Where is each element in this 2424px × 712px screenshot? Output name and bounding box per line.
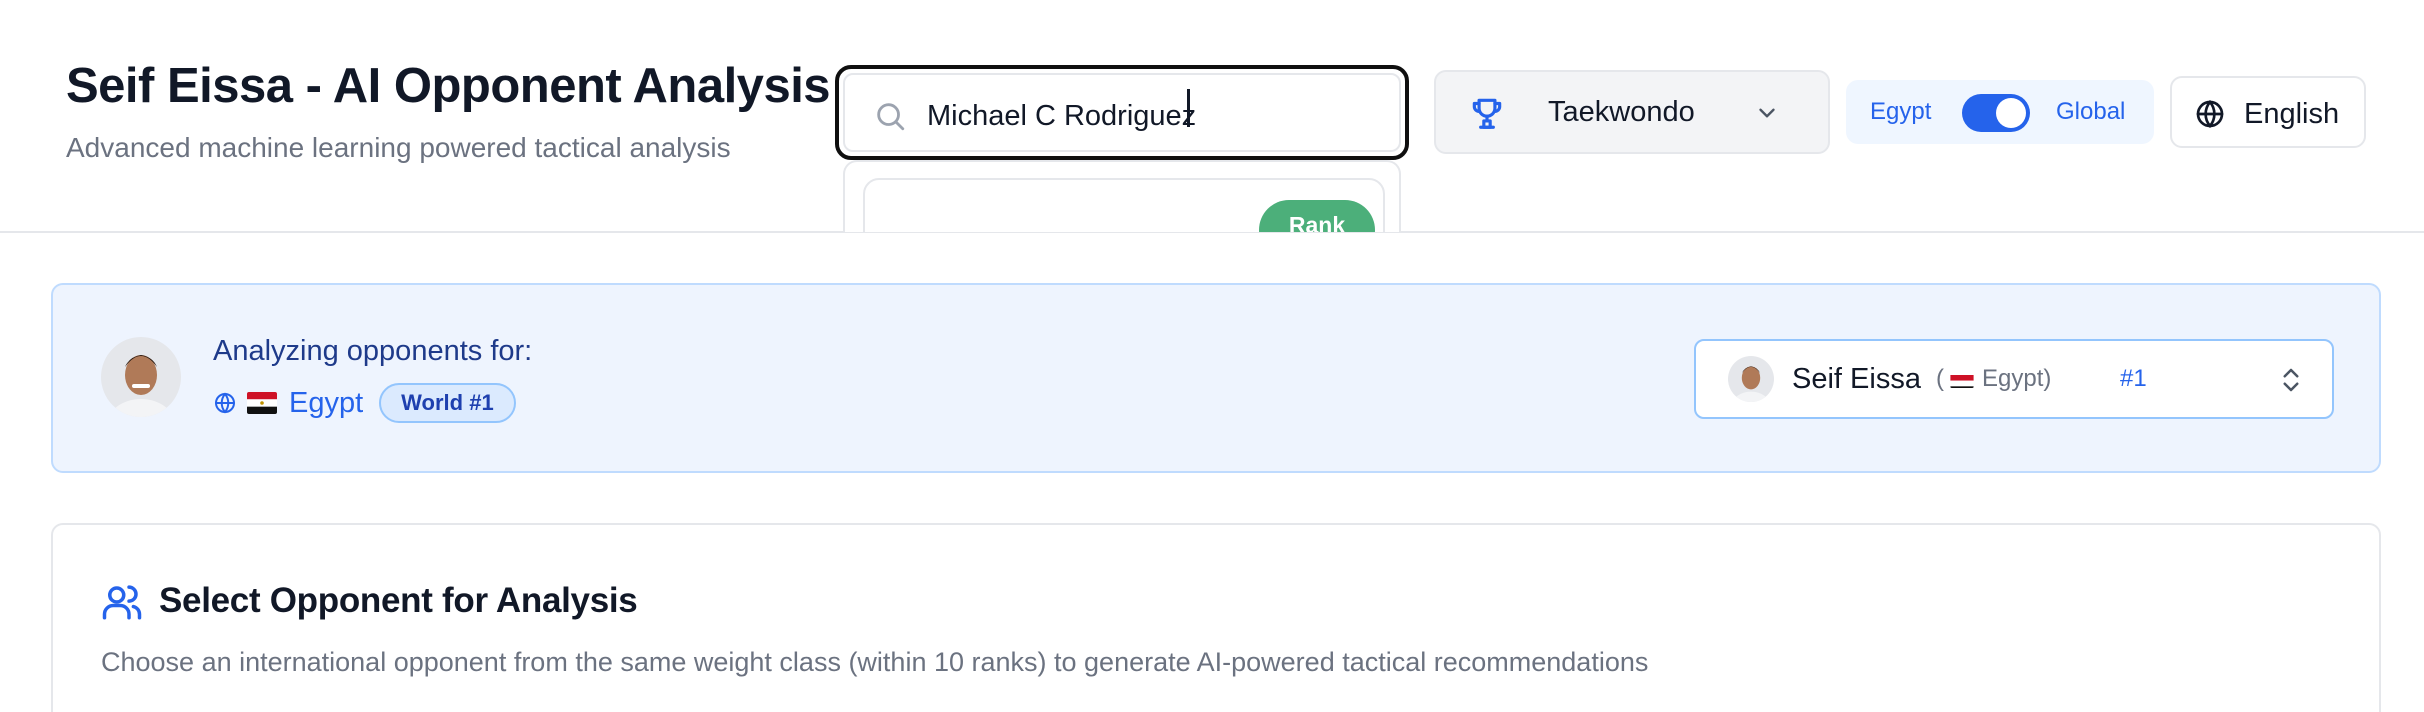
toggle-label-egypt: Egypt (1870, 98, 1932, 125)
egypt-flag-icon (1950, 371, 1974, 388)
search-input[interactable] (927, 89, 1387, 143)
athlete-banner: Analyzing opponents for: Egypt World #1 … (51, 283, 2381, 473)
search-result-item[interactable]: Rank (863, 178, 1385, 232)
region-switch[interactable] (1962, 94, 2030, 132)
page-title: Seif Eissa - AI Opponent Analysis (66, 59, 831, 113)
world-rank-badge: World #1 (379, 383, 516, 423)
text-caret (1187, 89, 1190, 127)
athlete-meta: Egypt World #1 (213, 383, 516, 423)
banner-heading: Analyzing opponents for: (213, 335, 533, 367)
egypt-flag-icon (247, 392, 277, 414)
app-header: Seif Eissa - AI Opponent Analysis Advanc… (0, 0, 2424, 233)
globe-icon (2196, 99, 2224, 129)
opponent-search[interactable] (835, 65, 1409, 160)
sport-select[interactable]: Taekwondo (1434, 70, 1830, 154)
users-icon (102, 585, 142, 620)
avatar (101, 337, 181, 417)
athlete-name: Seif Eissa (1792, 363, 1921, 395)
athlete-select[interactable]: Seif Eissa ( Egypt) #1 (1694, 339, 2334, 419)
chevron-up-down-icon (2283, 368, 2299, 392)
page-subtitle: Advanced machine learning powered tactic… (66, 132, 731, 163)
search-icon (877, 103, 905, 131)
globe-icon (215, 392, 235, 414)
toggle-label-global: Global (2056, 98, 2126, 125)
switch-knob (1996, 98, 2026, 128)
avatar (1728, 356, 1774, 402)
athlete-select-country: ( Egypt) (1936, 365, 2052, 392)
athlete-country: Egypt (289, 386, 364, 419)
language-label: English (2244, 98, 2340, 130)
card-title: Select Opponent for Analysis (159, 581, 638, 620)
sport-select-value: Taekwondo (1548, 96, 1695, 128)
card-description: Choose an international opponent from th… (101, 647, 1649, 677)
search-results-dropdown: Rank (843, 160, 1401, 232)
rank-badge: Rank (1259, 200, 1375, 232)
chevron-down-icon (1759, 108, 1775, 118)
trophy-icon (1472, 98, 1502, 129)
language-button[interactable]: English (2170, 76, 2366, 148)
region-toggle[interactable]: Egypt Global (1846, 80, 2154, 144)
athlete-rank: #1 (2120, 365, 2147, 392)
select-opponent-card: Select Opponent for Analysis Choose an i… (51, 523, 2381, 712)
